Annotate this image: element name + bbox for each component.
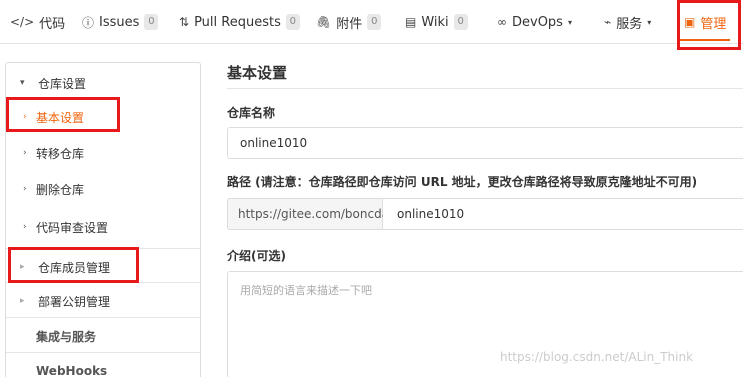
sidebar-item-label: 部署公钥管理 (38, 294, 111, 309)
tab-code-label: 代码 (39, 16, 66, 32)
caret-right-icon: ▸ (20, 296, 25, 306)
highlight-box-basic-settings (6, 97, 120, 132)
page-title: 基本设置 (227, 64, 288, 82)
sidebar-item-label: WebHooks (36, 364, 108, 377)
chevron-right-icon: › (23, 222, 27, 232)
tab-services[interactable]: ⌁ 服务 ▾ (604, 0, 651, 44)
chevron-down-icon: ▾ (647, 17, 652, 27)
repo-nav: </> 代码 ⓘ Issues 0 ⇅ Pull Requests 0 🖇 附件… (0, 0, 743, 44)
sidebar-item-transfer-repo[interactable]: › 转移仓库 (6, 135, 200, 171)
sidebar-item-deploy-keys[interactable]: ▸ 部署公钥管理 (6, 283, 200, 319)
tab-wiki-label: Wiki (421, 14, 449, 30)
wiki-icon: ▤ (405, 15, 417, 29)
watermark: https://blog.csdn.net/ALin_Think (500, 350, 694, 364)
sidebar-item-delete-repo[interactable]: › 删除仓库 (6, 171, 200, 207)
caret-down-icon: ▾ (20, 78, 25, 88)
chevron-down-icon: ▾ (567, 17, 572, 27)
chevron-right-icon: › (23, 148, 27, 158)
issues-count-badge: 0 (144, 14, 159, 30)
pull-requests-count-badge: 0 (285, 14, 300, 30)
tab-pull-requests-label: Pull Requests (194, 14, 281, 30)
tab-issues-label: Issues (99, 14, 140, 30)
repo-path-prefix: https://gitee.com/boncda/ (227, 198, 393, 230)
tab-code[interactable]: </> 代码 (10, 0, 65, 44)
pull-request-icon: ⇅ (179, 15, 190, 29)
sidebar-item-label: 集成与服务 (36, 329, 97, 344)
sidebar-group-repo-settings[interactable]: ▾ 仓库设置 (6, 65, 200, 101)
tab-wiki[interactable]: ▤ Wiki 0 (405, 0, 468, 44)
paperclip-icon: 🖇 (316, 15, 332, 29)
sidebar-item-label: 转移仓库 (36, 146, 85, 161)
tab-attachments[interactable]: 🖇 附件 0 (316, 0, 382, 44)
wiki-count-badge: 0 (453, 14, 468, 30)
tab-devops-label: DevOps (512, 14, 563, 30)
description-label: 介绍(可选) (227, 249, 286, 263)
tab-issues[interactable]: ⓘ Issues 0 (82, 0, 159, 44)
tab-pull-requests[interactable]: ⇅ Pull Requests 0 (179, 0, 300, 44)
code-icon: </> (10, 15, 35, 29)
infinity-icon: ∞ (497, 15, 507, 29)
repo-name-input[interactable]: online1010 (227, 127, 743, 159)
title-divider (227, 88, 743, 89)
repo-path-label: 路径 (请注意：仓库路径即仓库访问 URL 地址，更改仓库路径将导致原克隆地址不… (227, 175, 698, 189)
tab-services-label: 服务 (616, 16, 643, 32)
sidebar-item-integrations[interactable]: 集成与服务 (6, 318, 200, 354)
sidebar-item-label: 删除仓库 (36, 182, 85, 197)
sidebar-group-label: 仓库设置 (38, 76, 87, 91)
sidebar-item-webhooks[interactable]: WebHooks (6, 353, 200, 377)
repo-name-label: 仓库名称 (227, 106, 276, 120)
attachments-count-badge: 0 (367, 14, 382, 30)
chevron-right-icon: › (23, 184, 27, 194)
info-icon: ⓘ (82, 15, 95, 30)
highlight-box-manage (677, 0, 741, 50)
repo-path-input[interactable]: online1010 (383, 198, 743, 230)
sidebar-item-label: 代码审查设置 (36, 220, 109, 235)
tab-devops[interactable]: ∞ DevOps ▾ (497, 0, 572, 44)
pulse-icon: ⌁ (604, 15, 612, 29)
tab-attachments-label: 附件 (336, 16, 363, 32)
sidebar-item-code-review[interactable]: › 代码审查设置 (6, 209, 200, 245)
highlight-box-member-management (8, 247, 139, 283)
